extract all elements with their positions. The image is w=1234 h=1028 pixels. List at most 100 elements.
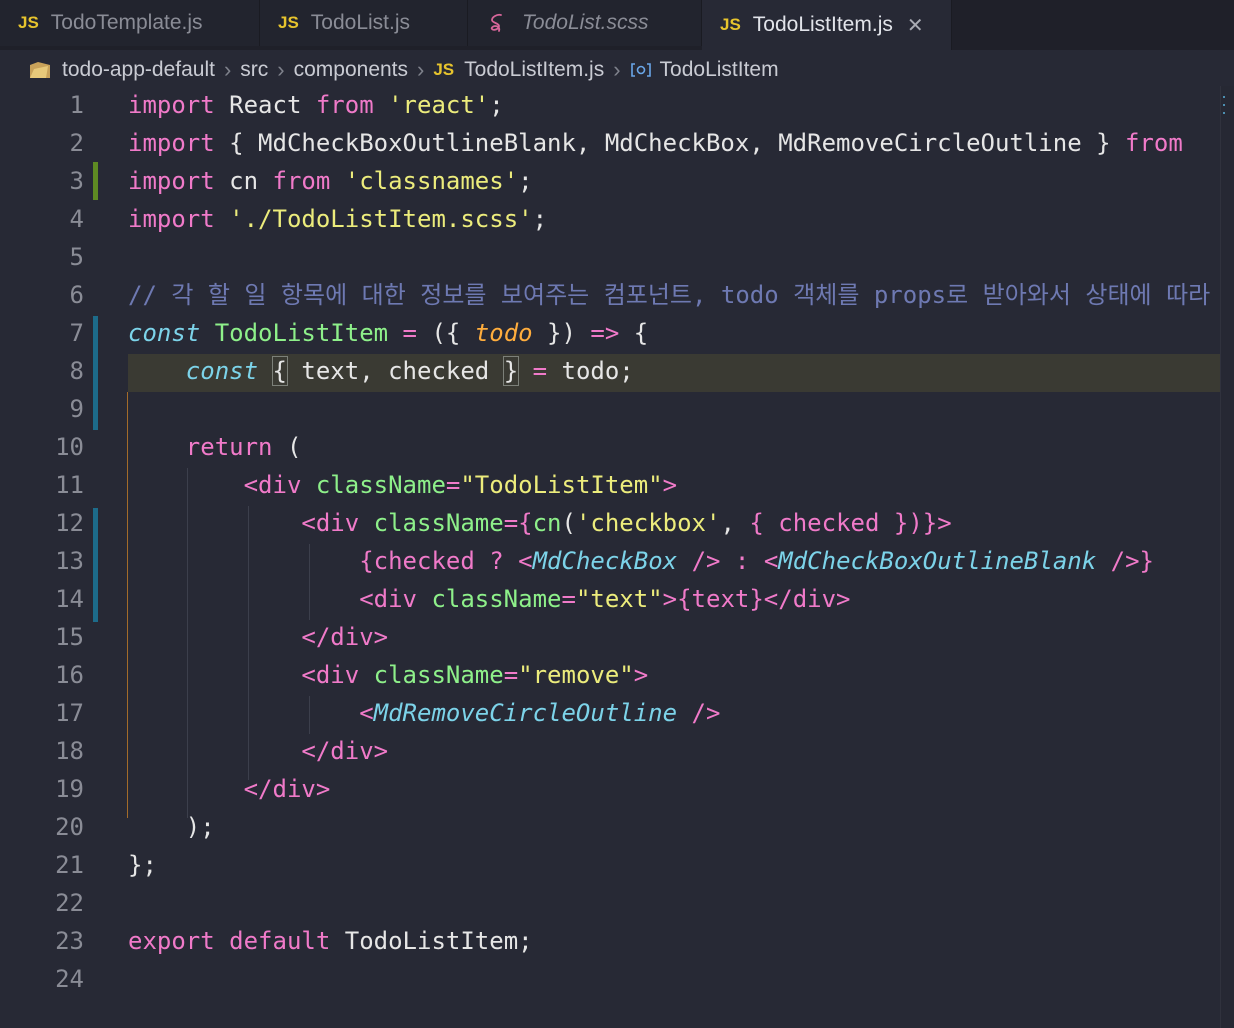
code-token: "text" <box>575 585 663 613</box>
code-text: return ( <box>128 428 302 466</box>
breadcrumb-symbol[interactable]: TodoListItem <box>660 58 779 82</box>
code-token: <div <box>359 585 417 613</box>
line-number: 17 <box>55 699 84 727</box>
tab-label: TodoListItem.js <box>752 13 893 36</box>
code-token: from <box>315 91 374 119</box>
code-line[interactable]: 17 <MdRemoveCircleOutline /> <box>0 694 1220 732</box>
code-token: { <box>619 319 649 347</box>
code-token: <div <box>301 509 360 537</box>
code-line[interactable]: 6 // 각 할 일 항목에 대한 정보를 보여주는 컴포넌트, todo 객체를… <box>0 276 1220 314</box>
code-token: import <box>128 167 215 195</box>
js-file-icon: JS <box>720 15 741 34</box>
line-number: 22 <box>55 889 84 917</box>
code-line[interactable]: 10 return ( <box>0 428 1220 466</box>
code-token: => <box>590 319 620 347</box>
code-token: } <box>502 356 520 386</box>
code-editor[interactable]: 1 import React from 'react'; 2 import { MdC… <box>0 86 1220 1028</box>
code-line[interactable]: 2 import { MdCheckBoxOutlineBlank, MdChec… <box>0 124 1220 162</box>
code-line[interactable]: 23 export default TodoListItem; <box>0 922 1220 960</box>
code-line[interactable]: 11 <div className="TodoListItem"> <box>0 466 1220 504</box>
code-token: from <box>1125 129 1183 157</box>
code-text: import './TodoListItem.scss'; <box>128 200 547 238</box>
breadcrumb-file[interactable]: TodoListItem.js <box>464 58 604 82</box>
code-token: checked <box>373 547 475 575</box>
code-line[interactable]: 14 <div className="text">{text}</div> <box>0 580 1220 618</box>
code-line[interactable]: 7 const TodoListItem = ({ todo }) => { <box>0 314 1220 352</box>
code-line[interactable]: 1 import React from 'react'; <box>0 86 1220 124</box>
code-token: "remove" <box>518 661 634 689</box>
line-number: 13 <box>55 547 84 575</box>
code-line[interactable]: 4 import './TodoListItem.scss'; <box>0 200 1220 238</box>
code-text: const { text, checked } = todo; <box>128 352 634 390</box>
breadcrumb-project[interactable]: todo-app-default <box>62 58 215 82</box>
code-line[interactable]: 13 {checked ? <MdCheckBox /> : <MdCheckB… <box>0 542 1220 580</box>
tab-todo-list-item[interactable]: JS TodoListItem.js ✕ <box>702 0 952 50</box>
breadcrumb: todo-app-default › src › components › JS… <box>0 50 1234 90</box>
code-token: > <box>633 661 649 689</box>
code-token: ? <box>489 547 504 575</box>
code-line[interactable]: 5 <box>0 238 1220 276</box>
code-line[interactable]: 22 <box>0 884 1220 922</box>
code-text: import cn from 'classnames'; <box>128 162 533 200</box>
chevron-right-icon: › <box>417 57 425 82</box>
code-token: todo; <box>547 357 634 385</box>
code-line[interactable]: 8 const { text, checked } = todo; <box>0 352 1220 390</box>
tab-todo-list-scss[interactable]: TodoList.scss <box>468 0 702 46</box>
code-token: from <box>272 167 331 195</box>
symbol-component-icon <box>630 62 652 78</box>
vertical-scrollbar[interactable] <box>1220 86 1234 1028</box>
code-text: // 각 할 일 항목에 대한 정보를 보여주는 컴포넌트, todo 객체를 … <box>128 276 1210 314</box>
code-line[interactable]: 3 import cn from 'classnames'; <box>0 162 1220 200</box>
code-line[interactable]: 12 <div className={cn('checkbox', { chec… <box>0 504 1220 542</box>
line-number: 2 <box>69 129 84 157</box>
code-token: cn <box>214 167 273 195</box>
code-text: }; <box>128 846 157 884</box>
js-file-icon: JS <box>433 60 455 79</box>
code-token: React <box>214 91 316 119</box>
folder-icon <box>28 60 52 80</box>
code-token: TodoListItem; <box>330 927 533 955</box>
code-token: })}> <box>893 509 952 537</box>
line-number: 23 <box>55 927 84 955</box>
code-text: import React from 'react'; <box>128 86 504 124</box>
tab-todo-template[interactable]: JS TodoTemplate.js <box>0 0 260 46</box>
tab-label: TodoList.js <box>310 11 411 34</box>
code-token: 'checkbox' <box>575 509 721 537</box>
code-line[interactable]: 19 </div> <box>0 770 1220 808</box>
code-token: import <box>128 91 215 119</box>
code-token: import <box>128 129 215 157</box>
code-line[interactable]: 18 </div> <box>0 732 1220 770</box>
minimap-marker <box>1223 104 1225 106</box>
breadcrumb-components[interactable]: components <box>294 58 408 82</box>
code-line[interactable]: 16 <div className="remove"> <box>0 656 1220 694</box>
code-token: : <box>734 547 750 575</box>
code-token: className <box>431 585 562 613</box>
code-line[interactable]: 15 </div> <box>0 618 1220 656</box>
code-token: ({ <box>417 319 475 347</box>
code-token: MdCheckBox <box>532 547 678 575</box>
code-token: = <box>503 661 519 689</box>
code-token: export <box>128 927 215 955</box>
code-line[interactable]: 24 <box>0 960 1220 998</box>
code-line[interactable]: 9 <box>0 390 1220 428</box>
code-text: </div> <box>128 770 331 808</box>
tab-todo-list[interactable]: JS TodoList.js <box>260 0 468 46</box>
code-text: </div> <box>128 618 388 656</box>
close-icon[interactable]: ✕ <box>907 13 924 38</box>
line-number: 14 <box>55 585 84 613</box>
code-line[interactable]: 20 ); <box>0 808 1220 846</box>
breadcrumb-src[interactable]: src <box>240 58 268 82</box>
code-line[interactable]: 21}; <box>0 846 1220 884</box>
